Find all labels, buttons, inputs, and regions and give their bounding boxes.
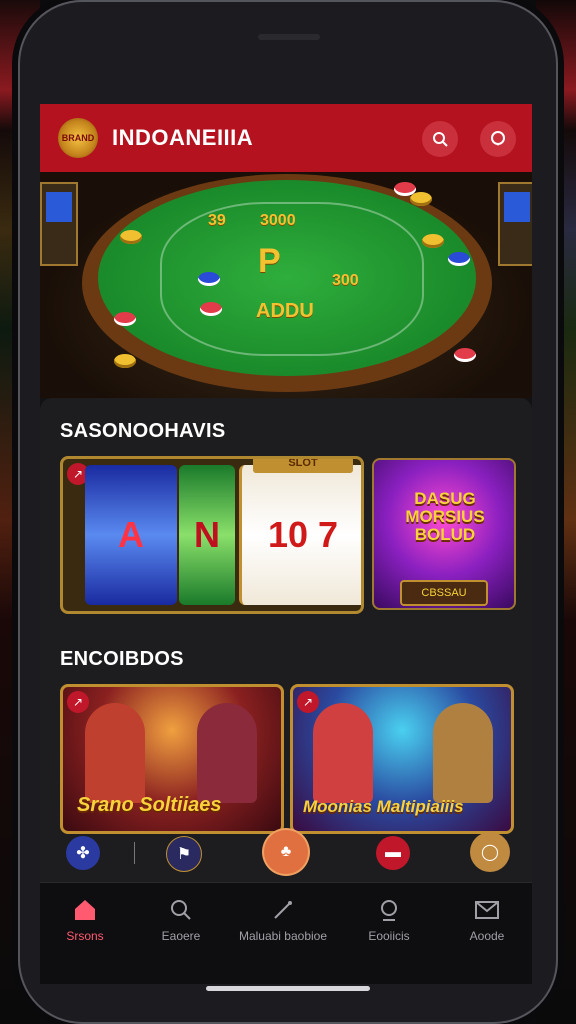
slot-reel-1: A <box>85 465 177 605</box>
section-title-live: ENCOIBDOS <box>60 648 184 670</box>
chat-button[interactable] <box>480 121 516 157</box>
chat-icon: ◯ <box>481 844 499 861</box>
nav-label: Aoode <box>469 929 505 943</box>
bonus-title: DASUG MORSIUS BOLUD <box>405 489 485 544</box>
host-avatar <box>313 703 373 803</box>
app-title: INDOANEIIIA <box>112 125 254 150</box>
live-game-card-2[interactable]: ↗ Moonias Maltipiaiiis <box>290 684 514 834</box>
felt-symbol: P <box>258 242 281 280</box>
chip <box>114 354 136 368</box>
nav-item-location[interactable]: Eooiicis <box>344 895 434 943</box>
live-card-1-label: Srano Soltiiaes <box>77 794 222 816</box>
felt-label-4: ADDU <box>256 300 314 322</box>
live-game-card-1[interactable]: ↗ Srano Soltiiaes <box>60 684 284 834</box>
bottom-navigation: Srsons Eaoere Maluabi baobioe Eooiicis A… <box>40 882 532 984</box>
chip <box>454 348 476 362</box>
clover-icon: ♣ <box>280 843 292 860</box>
slot-top-label: SLOT <box>253 459 353 473</box>
felt-label-2: 3000 <box>260 212 296 229</box>
support-button[interactable]: ◯ <box>470 832 510 872</box>
mail-icon <box>442 895 532 925</box>
clover-icon: ✤ <box>76 845 90 862</box>
divider <box>134 842 135 864</box>
dealer-avatar <box>197 703 257 803</box>
nav-label: Eooiicis <box>368 929 410 943</box>
app-header: BRAND INDOANEIIIA <box>40 104 532 172</box>
hot-badge-icon: ↗ <box>297 691 319 713</box>
chip <box>410 192 432 206</box>
logo-text: BRAND <box>61 133 95 143</box>
slot-reel-3: 10 7 <box>239 465 361 605</box>
nav-label: Eaoere <box>161 929 201 943</box>
chip <box>198 272 220 286</box>
chip <box>394 182 416 196</box>
slot-machine-right <box>498 182 532 266</box>
chat-icon <box>491 131 505 146</box>
host-avatar <box>433 703 493 803</box>
felt-label-1: 39 <box>208 212 226 229</box>
bonus-button[interactable]: CBSSAU <box>400 580 488 606</box>
content-panel: SASONOOHAVIS ↗ A N 10 7 SLOT DASUG MORSI… <box>40 398 532 882</box>
bonus-game-card[interactable]: DASUG MORSIUS BOLUD CBSSAU <box>372 458 516 610</box>
clover-button[interactable]: ✤ <box>66 836 100 870</box>
nav-item-multiplayer[interactable]: Maluabi baobioe <box>238 895 328 943</box>
slot-reel-2: N <box>179 465 235 605</box>
brand-logo[interactable]: BRAND <box>58 118 98 158</box>
chip <box>422 234 444 248</box>
dealer-avatar <box>85 703 145 803</box>
speaker-notch <box>258 34 320 40</box>
quick-actions-row: ✤ ⚑ ♣ ▬ ◯ <box>50 830 522 876</box>
ticket-button[interactable]: ⚑ <box>166 836 202 872</box>
ticket-icon: ⚑ <box>176 846 192 863</box>
nav-item-mail[interactable]: Aoode <box>442 895 532 943</box>
nav-item-search[interactable]: Eaoere <box>136 895 226 943</box>
chip <box>200 302 222 316</box>
center-action-button[interactable]: ♣ <box>264 830 308 874</box>
nav-label: Srsons <box>66 929 104 943</box>
search-icon <box>433 132 448 147</box>
chip <box>114 312 136 326</box>
chip <box>120 230 142 244</box>
hot-badge-icon: ↗ <box>67 691 89 713</box>
dart-icon <box>238 895 328 925</box>
app-screen: BRAND INDOANEIIIA 39 3000 300 ADDU P SAS… <box>40 104 532 984</box>
location-icon <box>344 895 434 925</box>
book-icon: ▬ <box>385 844 401 861</box>
section-title-featured: SASONOOHAVIS <box>60 420 226 442</box>
home-icon <box>40 895 130 925</box>
live-card-2-label: Moonias Maltipiaiiis <box>303 797 464 816</box>
hero-banner[interactable]: 39 3000 300 ADDU P <box>40 172 532 398</box>
chip <box>448 252 470 266</box>
search-button[interactable] <box>422 121 458 157</box>
slot-machine-left <box>40 182 78 266</box>
home-indicator[interactable] <box>206 986 370 991</box>
nav-item-home[interactable]: Srsons <box>40 895 130 943</box>
search-icon <box>136 895 226 925</box>
book-button[interactable]: ▬ <box>376 836 410 870</box>
felt-label-3: 300 <box>332 272 359 289</box>
slot-game-card[interactable]: ↗ A N 10 7 SLOT <box>60 456 364 614</box>
nav-label: Maluabi baobioe <box>238 929 328 943</box>
